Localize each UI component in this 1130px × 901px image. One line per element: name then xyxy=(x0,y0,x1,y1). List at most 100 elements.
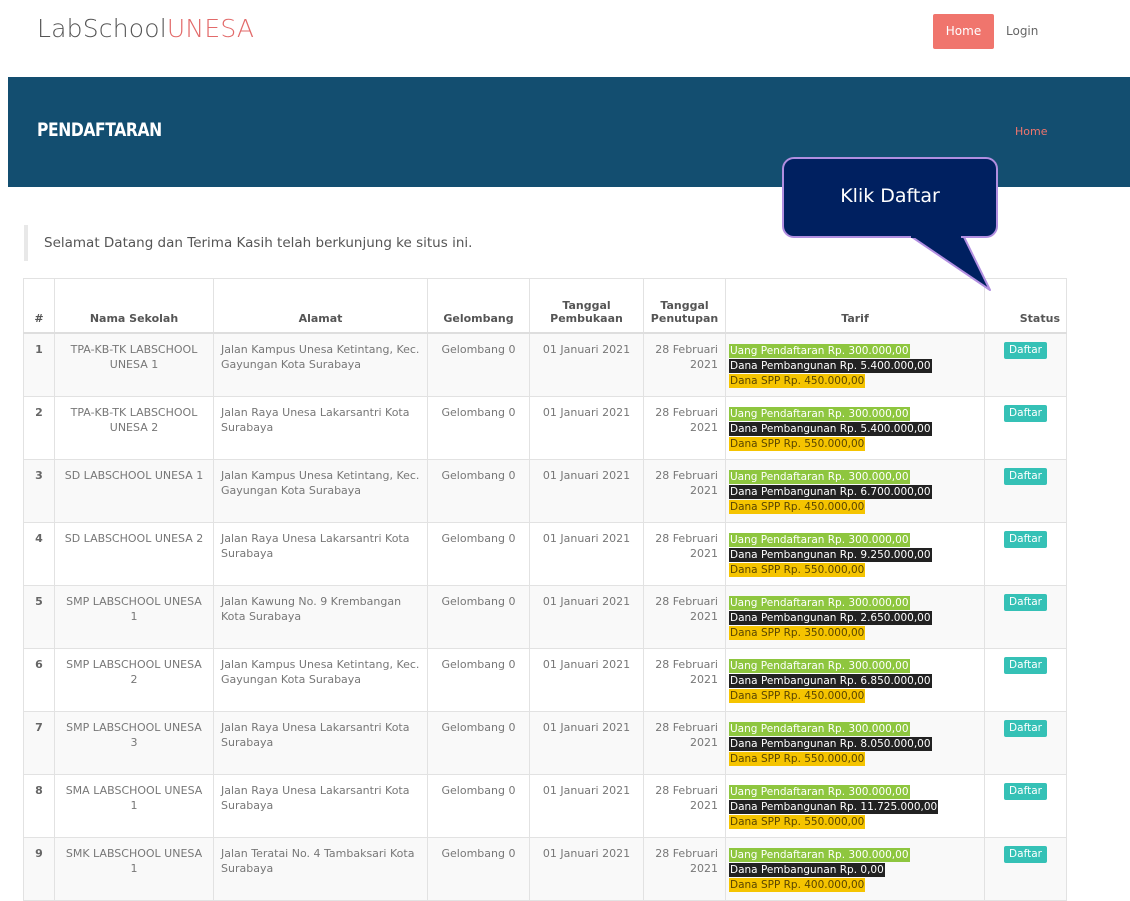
wave: Gelombang 0 xyxy=(427,710,530,775)
daftar-button[interactable]: Daftar xyxy=(1004,404,1047,422)
callout-klik-daftar: Klik Daftar xyxy=(782,157,998,238)
welcome-message: Selamat Datang dan Terima Kasih telah be… xyxy=(24,225,472,261)
row-number: 7 xyxy=(23,710,55,775)
status-cell: Daftar xyxy=(984,836,1067,901)
row-number: 6 xyxy=(23,647,55,712)
nav-home-button[interactable]: Home xyxy=(933,14,994,49)
fee-pembangunan: Dana Pembangunan Rp. 0,00 xyxy=(729,862,885,877)
daftar-button[interactable]: Daftar xyxy=(1004,467,1047,485)
fee-pembangunan: Dana Pembangunan Rp. 6.850.000,00 xyxy=(729,673,932,688)
fee-spp: Dana SPP Rp. 350.000,00 xyxy=(729,625,866,640)
opening-date: 01 Januari 2021 xyxy=(529,458,644,523)
status-header: Status xyxy=(984,278,1067,334)
school-address: Jalan Raya Unesa Lakarsantri Kota Suraba… xyxy=(213,395,428,460)
fee-pembangunan: Dana Pembangunan Rp. 2.650.000,00 xyxy=(729,610,932,625)
school-address: Jalan Raya Unesa Lakarsantri Kota Suraba… xyxy=(213,521,428,586)
table-row: 3 SD LABSCHOOL UNESA 1 Jalan Kampus Unesa … xyxy=(23,458,1067,523)
school-name: SMK LABSCHOOL UNESA 1 xyxy=(54,836,214,901)
fee-pendaftaran: Uang Pendaftaran Rp. 300.000,00 xyxy=(729,784,910,799)
closing-date: 28 Februari 2021 xyxy=(643,647,726,712)
daftar-button[interactable]: Daftar xyxy=(1004,593,1047,611)
closing-date: 28 Februari 2021 xyxy=(643,836,726,901)
daftar-button[interactable]: Daftar xyxy=(1004,342,1047,359)
logo-main: LabSchool xyxy=(37,14,167,43)
school-name: TPA-KB-TK LABSCHOOL UNESA 1 xyxy=(54,332,214,397)
school-address: Jalan Kampus Unesa Ketintang, Kec. Gayun… xyxy=(213,647,428,712)
fee-spp: Dana SPP Rp. 450.000,00 xyxy=(729,374,866,388)
table-row: 5 SMP LABSCHOOL UNESA 1 Jalan Kawung No. 9… xyxy=(23,584,1067,649)
daftar-button[interactable]: Daftar xyxy=(1004,782,1047,800)
fee-spp: Dana SPP Rp. 450.000,00 xyxy=(729,688,866,703)
wave: Gelombang 0 xyxy=(427,458,530,523)
table-header-row: # Nama Sekolah Alamat Gelombang Tanggal Pemb… xyxy=(23,278,1067,334)
fee-spp: Dana SPP Rp. 550.000,00 xyxy=(729,751,866,766)
fee-pendaftaran: Uang Pendaftaran Rp. 300.000,00 xyxy=(729,344,910,358)
table-body: 1 TPA-KB-TK LABSCHOOL UNESA 1 Jalan Kampus… xyxy=(23,332,1067,901)
row-number: 2 xyxy=(23,395,55,460)
school-name: SD LABSCHOOL UNESA 1 xyxy=(54,458,214,523)
daftar-button[interactable]: Daftar xyxy=(1004,530,1047,548)
status-cell: Daftar xyxy=(984,710,1067,775)
school-name: SMP LABSCHOOL UNESA 1 xyxy=(54,584,214,649)
row-number: 8 xyxy=(23,773,55,838)
fee-pendaftaran: Uang Pendaftaran Rp. 300.000,00 xyxy=(729,847,910,862)
school-name: SMP LABSCHOOL UNESA 2 xyxy=(54,647,214,712)
closing-date: 28 Februari 2021 xyxy=(643,521,726,586)
closing-date: 28 Februari 2021 xyxy=(643,710,726,775)
nama-sekolah-header: Nama Sekolah xyxy=(54,278,214,334)
num-header: # xyxy=(23,278,55,334)
tariff-cell: Uang Pendaftaran Rp. 300.000,00 Dana Pemb… xyxy=(725,710,985,775)
daftar-button[interactable]: Daftar xyxy=(1004,845,1047,863)
table-row: 1 TPA-KB-TK LABSCHOOL UNESA 1 Jalan Kampus… xyxy=(23,332,1067,397)
row-number: 3 xyxy=(23,458,55,523)
school-address: Jalan Raya Unesa Lakarsantri Kota Suraba… xyxy=(213,710,428,775)
nav-login-link[interactable]: Login xyxy=(1006,14,1038,49)
row-number: 4 xyxy=(23,521,55,586)
opening-date: 01 Januari 2021 xyxy=(529,521,644,586)
opening-date: 01 Januari 2021 xyxy=(529,584,644,649)
fee-pembangunan: Dana Pembangunan Rp. 11.725.000,00 xyxy=(729,799,939,814)
logo-accent: UNESA xyxy=(166,14,255,43)
tarif-header: Tarif xyxy=(725,278,985,334)
daftar-button[interactable]: Daftar xyxy=(1004,656,1047,674)
breadcrumb-home[interactable]: Home xyxy=(1015,125,1047,138)
row-number: 5 xyxy=(23,584,55,649)
table-row: 4 SD LABSCHOOL UNESA 2 Jalan Raya Unesa La… xyxy=(23,521,1067,586)
row-number: 1 xyxy=(23,332,55,397)
school-address: Jalan Kampus Unesa Ketintang, Kec. Gayun… xyxy=(213,458,428,523)
fee-pendaftaran: Uang Pendaftaran Rp. 300.000,00 xyxy=(729,532,910,547)
wave: Gelombang 0 xyxy=(427,332,530,397)
school-address: Jalan Raya Unesa Lakarsantri Kota Suraba… xyxy=(213,773,428,838)
fee-spp: Dana SPP Rp. 550.000,00 xyxy=(729,436,866,451)
fee-spp: Dana SPP Rp. 550.000,00 xyxy=(729,562,866,577)
opening-date: 01 Januari 2021 xyxy=(529,773,644,838)
tanggal-pembukaan-header: Tanggal Pembukaan xyxy=(529,278,644,334)
fee-spp: Dana SPP Rp. 450.000,00 xyxy=(729,499,866,514)
wave: Gelombang 0 xyxy=(427,521,530,586)
fee-pembangunan: Dana Pembangunan Rp. 6.700.000,00 xyxy=(729,484,932,499)
school-name: TPA-KB-TK LABSCHOOL UNESA 2 xyxy=(54,395,214,460)
tariff-cell: Uang Pendaftaran Rp. 300.000,00 Dana Pemb… xyxy=(725,647,985,712)
gelombang-header: Gelombang xyxy=(427,278,530,334)
closing-date: 28 Februari 2021 xyxy=(643,584,726,649)
fee-pembangunan: Dana Pembangunan Rp. 5.400.000,00 xyxy=(729,359,932,373)
opening-date: 01 Januari 2021 xyxy=(529,836,644,901)
table-row: 9 SMK LABSCHOOL UNESA 1 Jalan Teratai No. … xyxy=(23,836,1067,901)
opening-date: 01 Januari 2021 xyxy=(529,332,644,397)
fee-spp: Dana SPP Rp. 400.000,00 xyxy=(729,877,866,892)
site-logo[interactable]: LabSchoolUNESA xyxy=(37,14,254,43)
status-cell: Daftar xyxy=(984,332,1067,397)
fee-pendaftaran: Uang Pendaftaran Rp. 300.000,00 xyxy=(729,469,910,484)
tariff-cell: Uang Pendaftaran Rp. 300.000,00 Dana Pemb… xyxy=(725,773,985,838)
school-name: SD LABSCHOOL UNESA 2 xyxy=(54,521,214,586)
fee-pendaftaran: Uang Pendaftaran Rp. 300.000,00 xyxy=(729,721,910,736)
fee-pendaftaran: Uang Pendaftaran Rp. 300.000,00 xyxy=(729,595,910,610)
table-row: 6 SMP LABSCHOOL UNESA 2 Jalan Kampus Unesa… xyxy=(23,647,1067,712)
daftar-button[interactable]: Daftar xyxy=(1004,719,1047,737)
tariff-cell: Uang Pendaftaran Rp. 300.000,00 Dana Pemb… xyxy=(725,332,985,397)
opening-date: 01 Januari 2021 xyxy=(529,647,644,712)
table-row: 2 TPA-KB-TK LABSCHOOL UNESA 2 Jalan Raya U… xyxy=(23,395,1067,460)
alamat-header: Alamat xyxy=(213,278,428,334)
school-name: SMP LABSCHOOL UNESA 3 xyxy=(54,710,214,775)
wave: Gelombang 0 xyxy=(427,395,530,460)
